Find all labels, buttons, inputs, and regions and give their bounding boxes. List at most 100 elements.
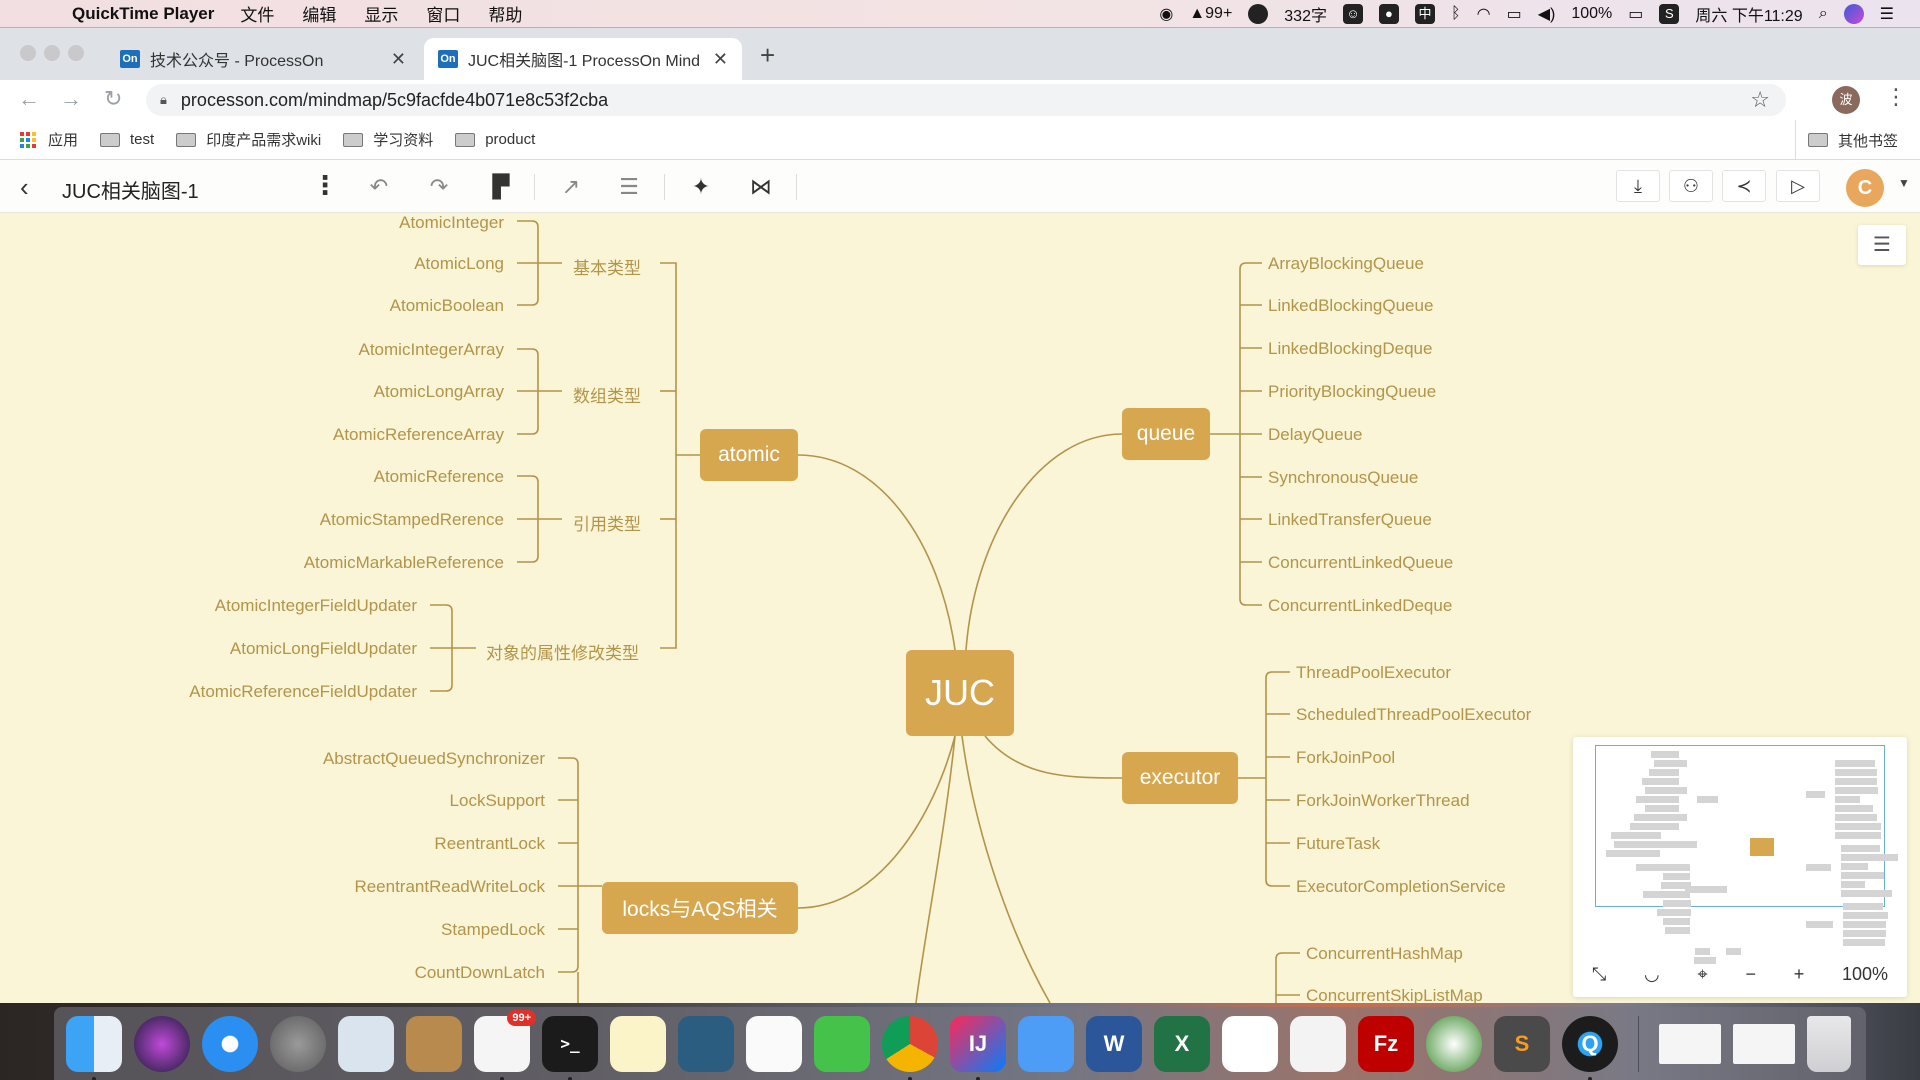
leaf-node[interactable]: ConcurrentLinkedQueue	[1268, 553, 1453, 573]
finder-dock-icon[interactable]	[66, 1015, 122, 1080]
fit-screen-icon[interactable]: ⤡	[1592, 964, 1606, 985]
browser-tab-active[interactable]: On JUC相关脑图-1 ProcessOn Mind ✕	[424, 38, 742, 80]
notification-center-icon[interactable]: ☰	[1880, 4, 1894, 24]
airplay-icon[interactable]: ▭	[1507, 4, 1522, 24]
group-node[interactable]: 基本类型	[573, 254, 641, 279]
leaf-node[interactable]: AtomicBoolean	[390, 296, 504, 316]
other-bookmarks[interactable]: 其他书签	[1794, 120, 1898, 160]
mail-dock-icon[interactable]	[338, 1015, 394, 1072]
trash-dock-icon[interactable]	[1807, 1015, 1851, 1072]
new-tab-button[interactable]: +	[760, 40, 775, 71]
safari-dock-icon[interactable]	[202, 1015, 258, 1072]
word-dock-icon[interactable]: W	[1086, 1015, 1142, 1072]
bookmark-star-icon[interactable]: ☆	[1750, 87, 1770, 113]
download-button[interactable]: ⤓	[1616, 170, 1660, 202]
leaf-node[interactable]: ThreadPoolExecutor	[1296, 663, 1451, 683]
anyconnect-dock-icon[interactable]	[1426, 1015, 1482, 1072]
topic-executor[interactable]: executor	[1122, 752, 1238, 804]
zoom-in-icon[interactable]: +	[1794, 964, 1805, 985]
leaf-node[interactable]: ForkJoinPool	[1296, 748, 1395, 768]
leaf-node[interactable]: ReentrantReadWriteLock	[354, 877, 545, 897]
leaf-node[interactable]: PriorityBlockingQueue	[1268, 382, 1436, 402]
caret-down-icon[interactable]: ▼	[1898, 176, 1910, 190]
leaf-node[interactable]: CountDownLatch	[415, 963, 545, 983]
leaf-node[interactable]: LinkedTransferQueue	[1268, 510, 1432, 530]
launchpad-dock-icon[interactable]	[270, 1015, 326, 1072]
minimap[interactable]: ⤡ ◡ ⌖ − + 100%	[1573, 737, 1907, 997]
leaf-node[interactable]: AbstractQueuedSynchronizer	[323, 749, 545, 769]
collaborate-button[interactable]: ⚇	[1669, 170, 1713, 202]
notes-dock-icon[interactable]	[610, 1015, 666, 1072]
leaf-node[interactable]: AtomicStampedRerence	[320, 510, 504, 530]
mindmap-canvas[interactable]: AtomicInteger AtomicLong AtomicBoolean 基…	[0, 213, 1920, 1003]
evernote-icon[interactable]	[1248, 4, 1269, 24]
wifi-icon[interactable]: ◠	[1477, 4, 1491, 24]
bluetooth-icon[interactable]: ᛒ	[1451, 5, 1461, 23]
word-count[interactable]: 332字	[1284, 2, 1327, 26]
leaf-node[interactable]: ArrayBlockingQueue	[1268, 254, 1424, 274]
quicktime-dock-icon[interactable]: Q	[1562, 1015, 1618, 1080]
menu-edit[interactable]: 编辑	[302, 1, 336, 26]
mysql-workbench-dock-icon[interactable]	[678, 1015, 734, 1072]
url-text[interactable]: processon.com/mindmap/5c9facfde4b071e8c5…	[181, 90, 608, 111]
leaf-node[interactable]: AtomicLong	[414, 254, 504, 274]
filezilla-dock-icon[interactable]: Fz	[1358, 1015, 1414, 1072]
user-avatar[interactable]: C	[1846, 169, 1884, 207]
chrome-dock-icon[interactable]	[882, 1015, 938, 1080]
window-minimize-button[interactable]	[44, 45, 60, 61]
menu-view[interactable]: 显示	[364, 1, 398, 26]
bookmark-apps[interactable]: 应用	[20, 129, 78, 150]
topic-atomic[interactable]: atomic	[700, 429, 798, 481]
microphone-icon[interactable]: ●	[1378, 4, 1399, 24]
leaf-node[interactable]: ConcurrentLinkedDeque	[1268, 596, 1452, 616]
reminders-dock-icon[interactable]	[746, 1015, 802, 1072]
bookmark-folder-test[interactable]: test	[100, 131, 154, 148]
relation-arrow-icon[interactable]: ↗	[556, 172, 586, 202]
profile-avatar[interactable]: 波	[1832, 86, 1860, 114]
feishu-dock-icon[interactable]	[1018, 1015, 1074, 1072]
undo-icon[interactable]: ↶	[364, 172, 394, 202]
group-node[interactable]: 数组类型	[573, 382, 641, 407]
textedit-dock-icon[interactable]	[1290, 1015, 1346, 1072]
menu-window[interactable]: 窗口	[426, 1, 460, 26]
tab-close-icon[interactable]: ✕	[391, 49, 406, 70]
topic-queue[interactable]: queue	[1122, 408, 1210, 460]
screen-record-icon[interactable]: ◉	[1159, 4, 1173, 24]
locate-icon[interactable]: ⌖	[1698, 964, 1708, 985]
back-chevron-icon[interactable]: ‹	[20, 172, 29, 203]
qq-status[interactable]: ▲99+	[1189, 5, 1232, 23]
leaf-node[interactable]: AtomicReferenceArray	[333, 425, 504, 445]
tab-close-icon[interactable]: ✕	[713, 49, 728, 70]
leaf-node[interactable]: AtomicLongArray	[374, 382, 504, 402]
siri-icon[interactable]	[1843, 4, 1864, 24]
format-panel-button[interactable]: ☰	[1858, 225, 1906, 265]
format-painter-icon[interactable]: ▛	[486, 172, 516, 202]
volume-icon[interactable]: ◀)	[1538, 4, 1556, 24]
minimized-window-2-dock-icon[interactable]	[1733, 1023, 1795, 1064]
zoom-level[interactable]: 100%	[1842, 964, 1888, 985]
wechat-dock-icon[interactable]	[814, 1015, 870, 1072]
leaf-node[interactable]: AtomicReference	[374, 467, 504, 487]
leaf-node[interactable]: AtomicLongFieldUpdater	[230, 639, 417, 659]
leaf-node[interactable]: ScheduledThreadPoolExecutor	[1296, 705, 1531, 725]
root-topic-juc[interactable]: JUC	[906, 650, 1014, 736]
leaf-node[interactable]: LockSupport	[450, 791, 545, 811]
terminal-dock-icon[interactable]: >_	[542, 1015, 598, 1080]
group-node[interactable]: 引用类型	[573, 510, 641, 535]
forward-arrow-icon[interactable]: →	[60, 86, 82, 112]
zoom-out-icon[interactable]: −	[1745, 964, 1756, 985]
window-zoom-button[interactable]	[68, 45, 84, 61]
leaf-node[interactable]: ExecutorCompletionService	[1296, 877, 1506, 897]
document-title[interactable]: JUC相关脑图-1	[62, 175, 199, 204]
browser-menu-icon[interactable]: ⋮	[1885, 84, 1907, 110]
leaf-node[interactable]: FutureTask	[1296, 834, 1380, 854]
baidu-netdisk-dock-icon[interactable]	[1222, 1015, 1278, 1072]
clock[interactable]: 周六 下午11:29	[1695, 2, 1802, 26]
emoji-icon[interactable]: ☺	[1342, 4, 1363, 24]
sublime-dock-icon[interactable]: S	[1494, 1015, 1550, 1072]
leaf-node[interactable]: ConcurrentSkipListMap	[1306, 986, 1483, 1003]
address-bar[interactable]: 🔒︎ processon.com/mindmap/5c9facfde4b071e…	[146, 84, 1786, 116]
spotlight-search-icon[interactable]: ⌕	[1819, 5, 1828, 23]
leaf-node[interactable]: StampedLock	[441, 920, 545, 940]
browser-tab[interactable]: On 技术公众号 - ProcessOn ✕	[106, 38, 420, 80]
